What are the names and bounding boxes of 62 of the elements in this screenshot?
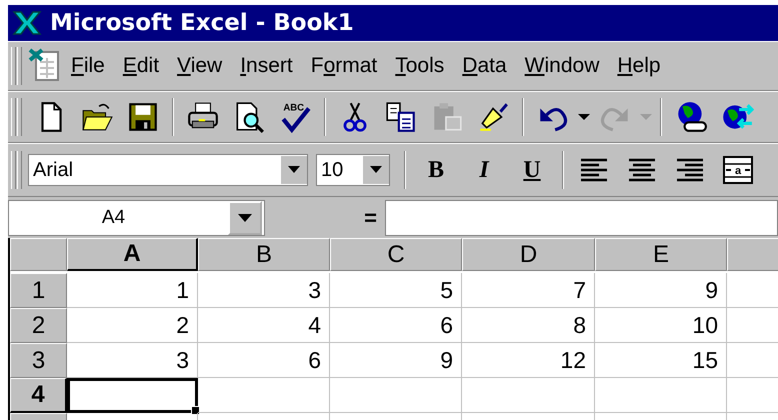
merge-cells-icon: a (723, 155, 753, 185)
caret-icon (288, 166, 300, 174)
menu-item[interactable]: Insert (231, 52, 302, 80)
column-header[interactable]: B (198, 238, 330, 271)
column-header[interactable]: A (67, 238, 198, 271)
table-cell[interactable]: 6 (198, 343, 330, 378)
table-cell[interactable]: 5 (330, 273, 462, 308)
name-box[interactable]: A4 (8, 200, 265, 236)
table-cell[interactable]: 15 (595, 343, 727, 378)
menu-item[interactable]: Help (608, 52, 670, 80)
table-cell[interactable]: 12 (462, 343, 595, 378)
italic-button[interactable]: I (460, 151, 508, 189)
table-cell[interactable]: 3 (67, 343, 198, 378)
formula-field[interactable] (385, 200, 778, 236)
row-header[interactable]: 1 (10, 273, 67, 308)
row-header[interactable]: 4 (10, 378, 67, 413)
table-cell[interactable]: 9 (330, 343, 462, 378)
dropdown-button[interactable] (576, 113, 592, 121)
pages-icon (384, 100, 418, 134)
bold-button[interactable]: B (412, 151, 460, 189)
table-cell[interactable]: 10 (595, 308, 727, 343)
font-size-dropdown[interactable]: 10 (316, 154, 390, 186)
table-cell[interactable]: 3 (198, 273, 330, 308)
table-cell[interactable]: 1 (67, 273, 198, 308)
caret-icon (370, 166, 382, 174)
underline-button[interactable]: U (508, 151, 556, 189)
table-cell[interactable]: 2 (67, 308, 198, 343)
caret-icon (639, 113, 653, 121)
equals-sign: = (363, 204, 378, 232)
caret-icon (238, 214, 252, 222)
column-header[interactable]: C (330, 238, 462, 271)
select-all-corner[interactable] (10, 238, 67, 271)
row-header[interactable]: 3 (10, 343, 67, 378)
menu-item[interactable]: Tools (386, 52, 454, 80)
active-cell[interactable] (67, 378, 198, 413)
fill-handle[interactable] (191, 406, 200, 415)
row-header[interactable]: 2 (10, 308, 67, 343)
menu-item[interactable]: Window (516, 52, 608, 80)
table-cell[interactable]: 7 (462, 273, 595, 308)
menu-item[interactable]: Format (302, 52, 386, 80)
workbook-icon[interactable] (28, 48, 62, 84)
table-cell[interactable]: 4 (198, 308, 330, 343)
menu-item[interactable]: File (62, 52, 114, 80)
table-cell[interactable] (198, 378, 330, 413)
caret-icon (577, 113, 591, 121)
menu-item[interactable]: View (168, 52, 232, 80)
font-dropdown[interactable]: Arial (28, 154, 308, 186)
app-logo-icon (12, 10, 42, 36)
column-header[interactable]: D (462, 238, 595, 271)
table-cell[interactable]: 8 (462, 308, 595, 343)
table-cell[interactable]: 6 (330, 308, 462, 343)
menu-item[interactable]: Edit (114, 52, 168, 80)
column-header[interactable]: E (595, 238, 727, 271)
window-title: Microsoft Excel - Book1 (50, 10, 354, 36)
menu-item[interactable]: Data (453, 52, 516, 80)
spelling-button[interactable]: ABC (272, 100, 318, 134)
table-cell[interactable] (330, 378, 462, 413)
table-cell[interactable] (595, 378, 727, 413)
merge-center-button[interactable]: a (714, 151, 762, 189)
table-cell[interactable]: 9 (595, 273, 727, 308)
column-header[interactable] (727, 238, 778, 271)
table-cell[interactable] (462, 378, 595, 413)
